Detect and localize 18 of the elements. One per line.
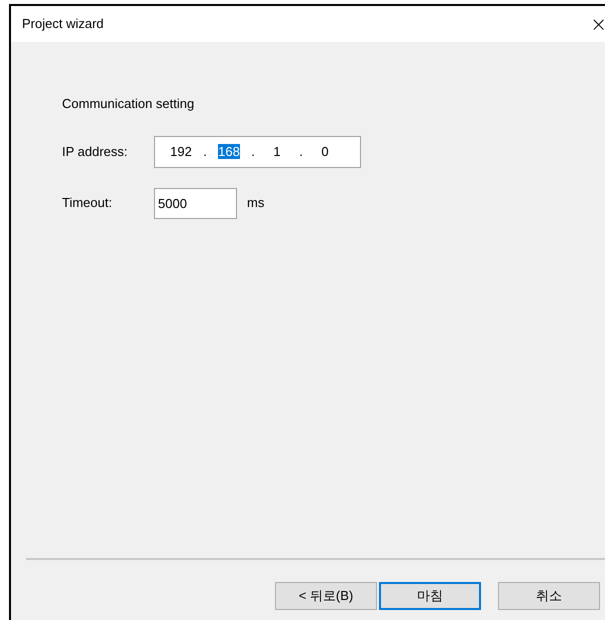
dot-separator: . bbox=[298, 142, 304, 161]
unit-label: ms bbox=[247, 194, 264, 212]
octet-text: 168 bbox=[218, 144, 240, 159]
octet-text: 192 bbox=[170, 144, 192, 159]
field-label: Timeout: bbox=[62, 194, 114, 212]
dialog-button[interactable]: 마침 bbox=[379, 582, 481, 610]
octet-text: 0 bbox=[321, 144, 329, 159]
dialog-button[interactable]: 취소 bbox=[498, 582, 600, 610]
close-button[interactable]: × bbox=[588, 14, 605, 34]
octet-text: 1 bbox=[273, 144, 281, 159]
dot-separator: . bbox=[202, 142, 208, 161]
ip-address-field[interactable]: 192 . 168 . 1 . 0 bbox=[154, 136, 361, 168]
section-title: Communication setting bbox=[62, 95, 196, 113]
dot-separator: . bbox=[250, 142, 256, 161]
dialog-button[interactable]: < 뒤로(B) bbox=[275, 582, 377, 610]
timeout-field[interactable]: 5000 bbox=[154, 188, 237, 218]
window-title: Project wizard bbox=[22, 15, 104, 34]
field-label: IP address: bbox=[62, 142, 129, 161]
